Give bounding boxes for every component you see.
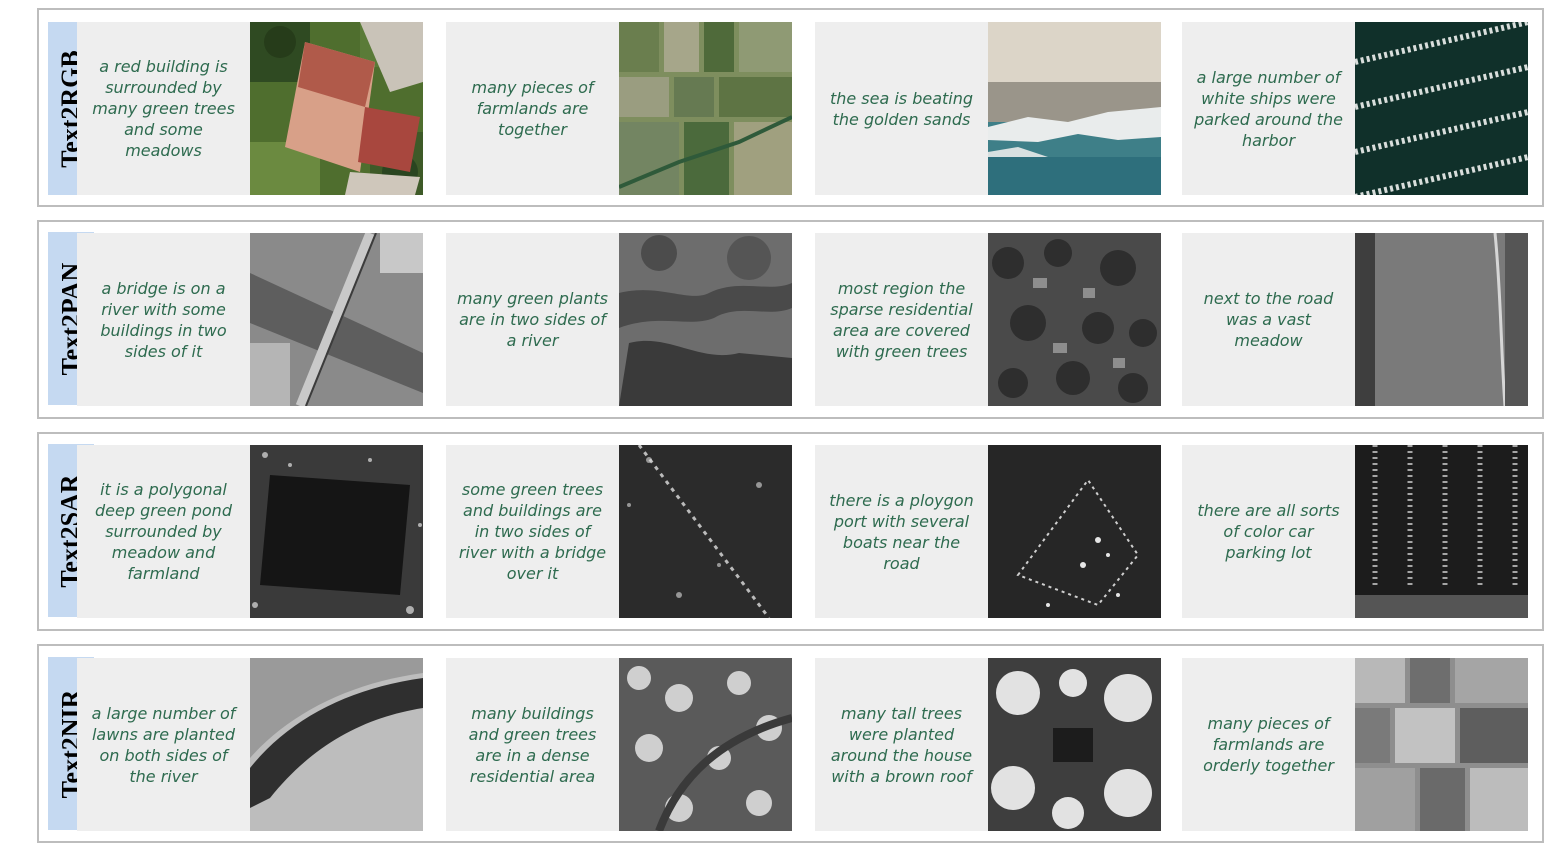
caption-text: some green trees and buildings are in tw… [458,480,607,583]
row-text2pan: Text2PAN a bridge is on a river with som… [37,220,1544,419]
sample-card: a large number of white ships were parke… [1182,22,1528,195]
aerial-red-roof-building-image [250,22,423,195]
caption-text: many pieces of farmlands are orderly tog… [1203,714,1334,775]
nir-house-trees-image [988,658,1161,831]
pan-river-vegetation-image [619,233,792,406]
caption-text: there is a ploygon port with several boa… [829,490,974,573]
caption-text: most region the sparse residential area … [830,278,973,361]
caption-box: many tall trees were planted around the … [815,658,988,831]
caption-text: the sea is beating the golden sands [829,88,974,129]
sample-card: next to the road was a vast meadow [1182,233,1528,406]
sample-card: there are all sorts of color car parking… [1182,445,1528,618]
caption-text: a red building is surrounded by many gre… [92,57,235,160]
caption-box: a large number of lawns are planted on b… [77,658,250,831]
caption-box: many pieces of farmlands are together [446,22,619,195]
caption-box: there is a ploygon port with several boa… [815,445,988,618]
caption-box: a red building is surrounded by many gre… [77,22,250,195]
sar-port-image [988,445,1161,618]
sar-river-bridge-image [619,445,792,618]
sample-card: many green plants are in two sides of a … [446,233,792,406]
pan-residential-trees-image [988,233,1161,406]
sample-card: many pieces of farmlands are orderly tog… [1182,658,1528,831]
caption-text: next to the road was a vast meadow [1203,289,1334,350]
aerial-harbor-boats-image [1355,22,1528,195]
sample-card: some green trees and buildings are in tw… [446,445,792,618]
nir-dense-residential-image [619,658,792,831]
caption-text: many pieces of farmlands are together [471,78,594,139]
sample-card: the sea is beating the golden sands [815,22,1161,195]
sample-card: a large number of lawns are planted on b… [77,658,423,831]
nir-river-lawns-image [250,658,423,831]
sample-card: a red building is surrounded by many gre… [77,22,423,195]
caption-box: the sea is beating the golden sands [815,22,988,195]
caption-box: many green plants are in two sides of a … [446,233,619,406]
caption-text: there are all sorts of color car parking… [1197,501,1340,562]
pan-road-meadow-image [1355,233,1528,406]
caption-box: a bridge is on a river with some buildin… [77,233,250,406]
aerial-beach-waves-image [988,22,1161,195]
sample-card: there is a ploygon port with several boa… [815,445,1161,618]
sample-card: many pieces of farmlands are together [446,22,792,195]
caption-box: a large number of white ships were parke… [1182,22,1355,195]
caption-box: many pieces of farmlands are orderly tog… [1182,658,1355,831]
sample-card: many buildings and green trees are in a … [446,658,792,831]
caption-text: a large number of white ships were parke… [1194,67,1343,150]
caption-box: there are all sorts of color car parking… [1182,445,1355,618]
sar-pond-image [250,445,423,618]
sar-parking-lot-image [1355,445,1528,618]
caption-text: it is a polygonal deep green pond surrou… [95,480,232,583]
caption-text: many tall trees were planted around the … [830,703,973,786]
aerial-farmland-fields-image [619,22,792,195]
sample-card: most region the sparse residential area … [815,233,1161,406]
row-text2nir: Text2NIR a large number of lawns are pla… [37,644,1544,843]
caption-text: a large number of lawns are planted on b… [91,703,236,786]
caption-box: next to the road was a vast meadow [1182,233,1355,406]
caption-box: many buildings and green trees are in a … [446,658,619,831]
caption-box: some green trees and buildings are in tw… [446,445,619,618]
pan-bridge-river-image [250,233,423,406]
caption-text: many buildings and green trees are in a … [468,703,597,786]
caption-text: many green plants are in two sides of a … [457,289,608,350]
row-text2rgb: Text2RGB a red building is surrounded by… [37,8,1544,207]
nir-farmlands-image [1355,658,1528,831]
caption-box: most region the sparse residential area … [815,233,988,406]
sample-card: a bridge is on a river with some buildin… [77,233,423,406]
sample-card: it is a polygonal deep green pond surrou… [77,445,423,618]
caption-box: it is a polygonal deep green pond surrou… [77,445,250,618]
row-text2sar: Text2SAR it is a polygonal deep green po… [37,432,1544,631]
sample-card: many tall trees were planted around the … [815,658,1161,831]
caption-text: a bridge is on a river with some buildin… [100,278,227,361]
